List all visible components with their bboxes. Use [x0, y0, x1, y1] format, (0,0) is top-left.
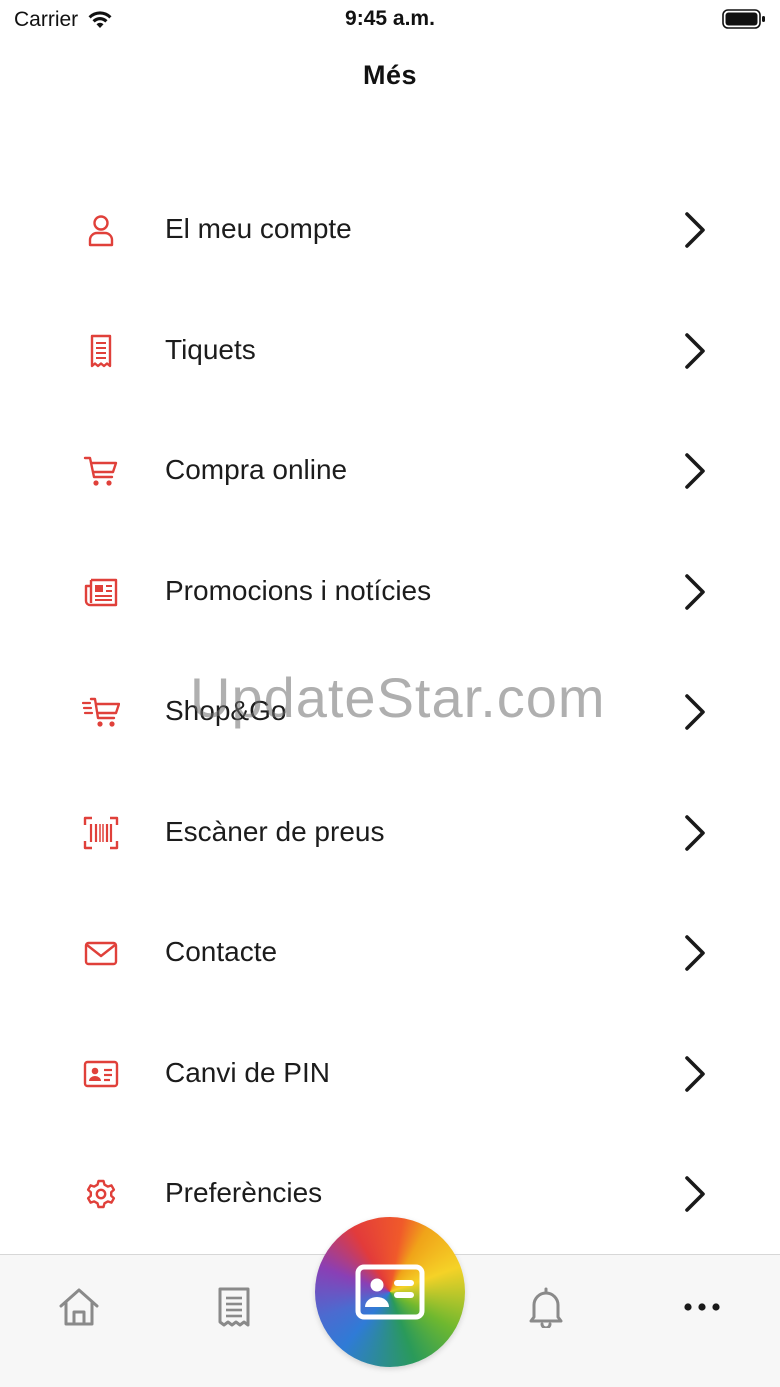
- user-icon: [88, 215, 114, 247]
- home-icon: [59, 1288, 99, 1326]
- bell-icon: [529, 1287, 563, 1328]
- menu-item-price-scanner[interactable]: Escàner de preus: [0, 773, 780, 894]
- page-title: Més: [362, 60, 418, 90]
- menu-item-label: Promocions i notícies: [165, 574, 432, 606]
- menu-item-label: Compra online: [165, 454, 348, 485]
- menu-item-label: Preferències: [165, 1177, 323, 1208]
- more-icon: [684, 1303, 720, 1311]
- menu-item-label: Shop&Go: [165, 695, 287, 726]
- card-fab-button[interactable]: [315, 1217, 465, 1367]
- chevron-right-icon: [685, 1176, 705, 1212]
- chevron-right-icon: [685, 694, 705, 730]
- tab-home[interactable]: [51, 1283, 107, 1331]
- gear-icon: [86, 1179, 116, 1209]
- menu-item-label: El meu compte: [165, 213, 352, 244]
- chevron-right-icon: [685, 573, 705, 610]
- menu-item-online-shopping[interactable]: Compra online: [0, 411, 780, 532]
- menu-item-promotions-news[interactable]: Promocions i notícies: [0, 532, 780, 653]
- status-bar: Carrier 9:45 a.m.: [0, 0, 780, 44]
- fast-cart-icon: [82, 697, 120, 727]
- tab-receipts[interactable]: [206, 1283, 262, 1331]
- menu-item-shop-and-go[interactable]: Shop&Go: [0, 652, 780, 773]
- chevron-right-icon: [685, 212, 705, 248]
- menu-item-label: Tiquets: [165, 333, 256, 365]
- menu-item-contact[interactable]: Contacte: [0, 893, 780, 1014]
- chevron-right-icon: [685, 935, 705, 971]
- battery-icon: [722, 9, 765, 29]
- menu-item-label: Contacte: [165, 936, 278, 967]
- tab-more[interactable]: [674, 1283, 730, 1331]
- status-time: 9:45 a.m.: [345, 7, 435, 30]
- chevron-right-icon: [685, 332, 705, 369]
- chevron-right-icon: [685, 1055, 705, 1092]
- menu-item-receipts[interactable]: Tiquets: [0, 291, 780, 412]
- receipt-icon: [218, 1287, 250, 1327]
- menu-item-label: Canvi de PIN: [165, 1056, 330, 1088]
- menu-item-label: Escàner de preus: [165, 815, 385, 847]
- chevron-right-icon: [685, 814, 705, 851]
- more-menu: El meu compte Tiquets Compra online Prom…: [0, 170, 780, 1255]
- menu-item-change-pin[interactable]: Canvi de PIN: [0, 1014, 780, 1135]
- id-card-icon: [355, 1264, 425, 1320]
- cart-icon: [83, 456, 118, 486]
- barcode-scan-icon: [83, 816, 119, 849]
- newspaper-icon: [84, 578, 118, 606]
- envelope-icon: [84, 941, 118, 966]
- chevron-right-icon: [685, 453, 705, 489]
- receipt-icon: [90, 334, 112, 367]
- menu-item-my-account[interactable]: El meu compte: [0, 170, 780, 291]
- id-card-icon: [83, 1060, 119, 1087]
- tab-notifications[interactable]: [518, 1283, 574, 1331]
